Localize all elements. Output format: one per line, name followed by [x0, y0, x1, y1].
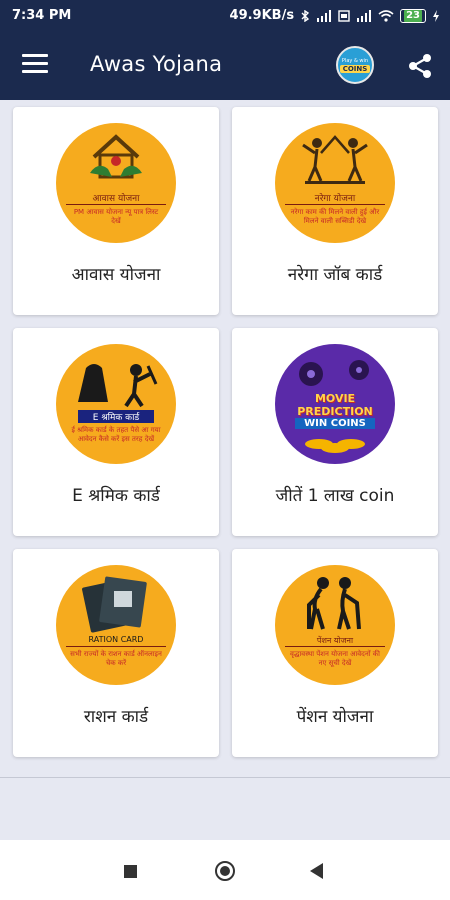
home-button[interactable] — [215, 861, 235, 881]
charging-icon — [433, 9, 439, 22]
card-win-coins[interactable]: MOVIE PREDICTION WIN COINS जीतें 1 लाख c… — [232, 328, 438, 536]
e-shramik-badge: E श्रमिक कार्ड ई श्रमिक कार्ड के तहत पैस… — [56, 344, 176, 464]
wifi-icon — [378, 9, 394, 22]
system-nav-bar — [0, 840, 450, 900]
card-label-awas-yojana: आवास योजना — [71, 265, 161, 285]
app-title: Awas Yojana — [90, 52, 223, 76]
labourer-icon — [78, 364, 158, 408]
scheme-grid: आवास योजना PM आवास योजना न्यू पात्र लिस्… — [0, 100, 450, 778]
card-label-e-shramik-card: E श्रमिक कार्ड — [72, 486, 160, 506]
coins-badge-text: COINS — [339, 64, 371, 73]
badge-divider — [66, 646, 166, 647]
ration-card-badge: RATION CARD सभी राज्यों के राशन कार्ड ऑन… — [56, 565, 176, 685]
awas-yojana-badge: आवास योजना PM आवास योजना न्यू पात्र लिस्… — [56, 123, 176, 243]
badge-divider — [285, 646, 385, 647]
card-label-pension-yojana: पेंशन योजना — [296, 707, 374, 727]
share-icon[interactable] — [406, 52, 434, 80]
coins-badge-small-text: Play & win — [341, 57, 369, 64]
pension-yojana-badge: पेंशन योजना वृद्धावस्था पेंशन योजना आवेद… — [275, 565, 395, 685]
status-time: 7:34 PM — [12, 8, 72, 23]
card-label-ration-card: राशन कार्ड — [83, 707, 149, 727]
status-bar: 7:34 PM 49.9KB/s 23 — [0, 0, 450, 32]
recent-apps-button[interactable] — [124, 865, 137, 878]
pension-badge-text: वृद्धावस्था पेंशन योजना आवेदनों की नए सू… — [290, 650, 380, 667]
badge-divider — [66, 204, 166, 205]
narega-badge-title: नरेगा योजना — [314, 194, 356, 204]
ration-card-icon — [82, 576, 147, 633]
bluetooth-icon — [301, 9, 310, 22]
app-bar: Awas Yojana Play & win COINS — [0, 32, 450, 100]
awas-badge-text: PM आवास योजना न्यू पात्र लिस्ट देखें — [73, 208, 159, 225]
network-speed: 49.9KB/s — [229, 8, 295, 23]
battery-level: 23 — [404, 9, 422, 22]
narega-badge-text: नरेगा काम की मिलने वाली हुई और मिलने वाल… — [290, 208, 380, 225]
hamburger-menu-icon[interactable] — [22, 54, 48, 76]
signal-icon-2 — [357, 9, 372, 22]
card-awas-yojana[interactable]: आवास योजना PM आवास योजना न्यू पात्र लिस्… — [13, 107, 219, 315]
play-win-coins-button[interactable]: Play & win COINS — [336, 46, 374, 84]
card-label-win-coins: जीतें 1 लाख coin — [275, 486, 395, 506]
pension-badge-title: पेंशन योजना — [316, 636, 354, 645]
card-narega-job-card[interactable]: नरेगा योजना नरेगा काम की मिलने वाली हुई … — [232, 107, 438, 315]
bottom-empty-area — [0, 778, 450, 840]
battery-icon: 23 — [400, 8, 426, 23]
movie-prediction-title: MOVIE PREDICTION — [297, 392, 373, 418]
ration-card-badge-title: RATION CARD — [88, 635, 144, 644]
status-icons: 49.9KB/s 23 — [230, 8, 440, 23]
workers-icon — [302, 135, 368, 184]
sim-icon — [338, 9, 350, 22]
card-e-shramik-card[interactable]: E श्रमिक कार्ड ई श्रमिक कार्ड के तहत पैस… — [13, 328, 219, 536]
card-pension-yojana[interactable]: पेंशन योजना वृद्धावस्था पेंशन योजना आवेद… — [232, 549, 438, 757]
card-ration-card[interactable]: RATION CARD सभी राज्यों के राशन कार्ड ऑन… — [13, 549, 219, 757]
card-label-narega-job-card: नरेगा जॉब कार्ड — [287, 265, 383, 285]
elderly-couple-icon — [307, 577, 361, 630]
movie-prediction-badge: MOVIE PREDICTION WIN COINS — [275, 344, 395, 464]
back-button[interactable] — [310, 863, 323, 879]
narega-badge: नरेगा योजना नरेगा काम की मिलने वाली हुई … — [275, 123, 395, 243]
e-shramik-badge-text: ई श्रमिक कार्ड के तहत पैसे आ गया आवेदन क… — [71, 426, 161, 443]
house-hands-icon — [90, 134, 142, 179]
e-shramik-badge-title: E श्रमिक कार्ड — [78, 410, 154, 423]
ration-card-badge-text: सभी राज्यों के राशन कार्ड ऑनलाइन चेक करे… — [70, 650, 162, 667]
badge-divider — [285, 204, 385, 205]
signal-icon — [317, 9, 332, 22]
win-coins-text: WIN COINS — [295, 418, 375, 429]
awas-badge-title: आवास योजना — [92, 194, 140, 204]
